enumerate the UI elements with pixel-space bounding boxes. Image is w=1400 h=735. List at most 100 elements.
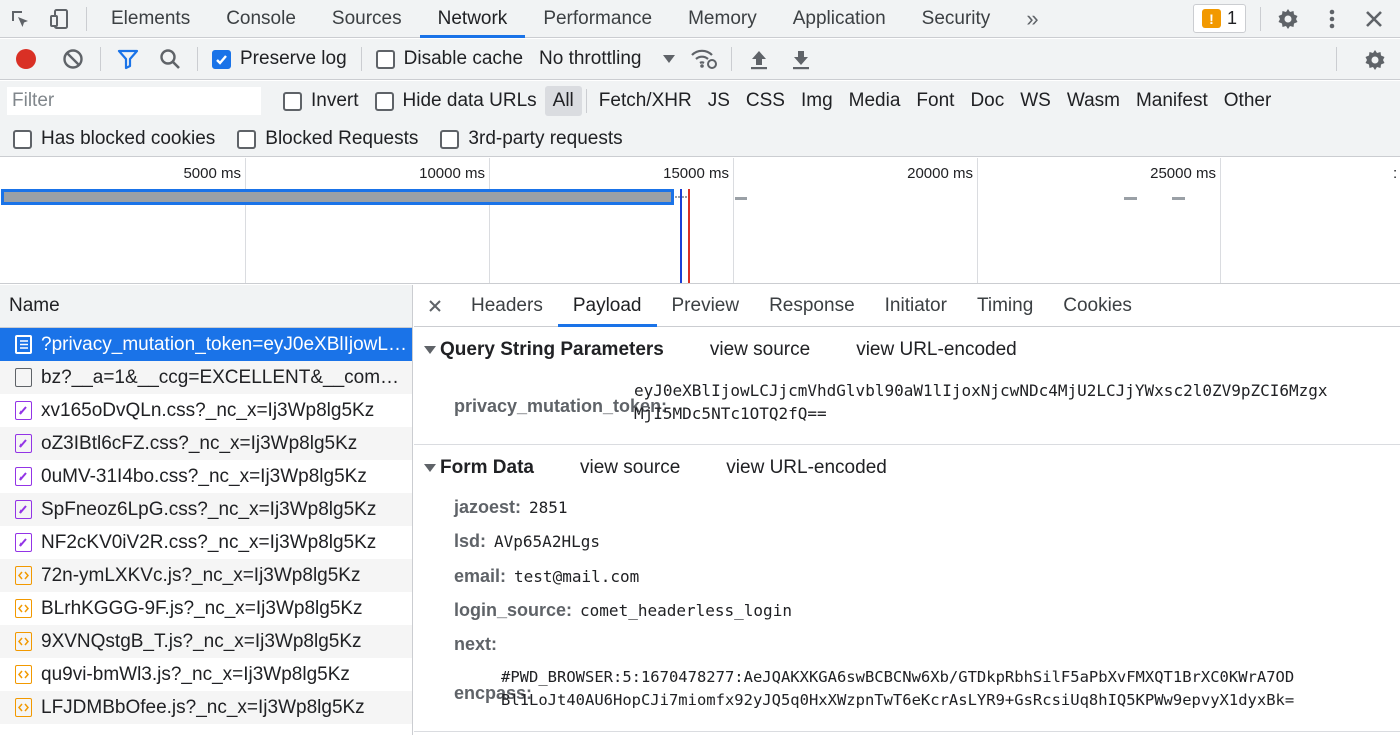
request-name: 9XVNQstgB_T.js?_nc_x=Ij3Wp8lg5Kz — [41, 630, 362, 652]
tab-sources[interactable]: Sources — [314, 0, 420, 38]
form-view-source-link[interactable]: view source — [580, 457, 680, 479]
clear-log-icon[interactable] — [52, 39, 94, 80]
record-icon[interactable] — [0, 39, 52, 80]
request-waterfall-bar — [735, 197, 747, 200]
type-filter-font[interactable]: Font — [908, 86, 962, 116]
type-filter-doc[interactable]: Doc — [962, 86, 1012, 116]
checkbox-unchecked[interactable] — [237, 129, 257, 149]
has-blocked-cookies-checkbox[interactable]: Has blocked cookies — [5, 128, 223, 150]
grid-line — [733, 158, 734, 283]
query-string-header[interactable]: Query String Parameters view source view… — [414, 327, 1400, 373]
form-data-header[interactable]: Form Data view source view URL-encoded — [414, 445, 1400, 491]
network-conditions-icon[interactable] — [683, 39, 725, 80]
tab-response[interactable]: Response — [754, 285, 870, 327]
css-file-icon — [15, 467, 32, 486]
settings-gear-icon[interactable] — [1268, 0, 1308, 38]
separator — [731, 47, 733, 71]
request-row[interactable]: oZ3IBtl6cFZ.css?_nc_x=Ij3Wp8lg5Kz — [0, 427, 412, 460]
tab-timing[interactable]: Timing — [962, 285, 1048, 327]
checkbox-unchecked[interactable] — [375, 49, 395, 69]
request-row[interactable]: 9XVNQstgB_T.js?_nc_x=Ij3Wp8lg5Kz — [0, 625, 412, 658]
form-view-url-encoded-link[interactable]: view URL-encoded — [726, 457, 887, 479]
request-row[interactable]: qu9vi-bmWl3.js?_nc_x=Ij3Wp8lg5Kz — [0, 658, 412, 691]
tab-console[interactable]: Console — [208, 0, 314, 38]
tab-memory[interactable]: Memory — [670, 0, 775, 38]
checkbox-unchecked[interactable] — [13, 129, 32, 149]
name-column-header[interactable]: Name — [0, 285, 412, 328]
close-details-icon[interactable] — [414, 285, 456, 327]
type-filter-wasm[interactable]: Wasm — [1059, 86, 1128, 116]
close-devtools-icon[interactable] — [1354, 0, 1394, 38]
request-waterfall-bar — [1124, 197, 1137, 200]
preserve-log-checkbox[interactable]: Preserve log — [204, 48, 355, 70]
grid-line — [1220, 158, 1221, 283]
request-row[interactable]: bz?__a=1&__ccg=EXCELLENT&__comet_req=15 — [0, 361, 412, 394]
tab-elements[interactable]: Elements — [93, 0, 208, 38]
request-row[interactable]: LFJDMBbOfee.js?_nc_x=Ij3Wp8lg5Kz — [0, 691, 412, 724]
disable-cache-checkbox[interactable]: Disable cache — [368, 48, 531, 70]
hide-data-urls-checkbox[interactable]: Hide data URLs — [367, 90, 545, 112]
tab-preview[interactable]: Preview — [657, 285, 755, 327]
tab-application[interactable]: Application — [775, 0, 904, 38]
type-filter-other[interactable]: Other — [1216, 86, 1280, 116]
export-har-icon[interactable] — [780, 39, 822, 80]
request-row[interactable]: 72n-ymLXKVc.js?_nc_x=Ij3Wp8lg5Kz — [0, 559, 412, 592]
third-party-requests-checkbox[interactable]: 3rd-party requests — [432, 128, 630, 150]
type-filter-css[interactable]: CSS — [738, 86, 793, 116]
type-filter-fetch-xhr[interactable]: Fetch/XHR — [591, 86, 700, 116]
inspect-element-icon[interactable] — [0, 0, 40, 38]
checkbox-checked[interactable] — [212, 49, 231, 69]
query-view-source-link[interactable]: view source — [710, 339, 810, 361]
request-row[interactable]: SpFneoz6LpG.css?_nc_x=Ij3Wp8lg5Kz — [0, 493, 412, 526]
separator — [1336, 47, 1337, 71]
grid-line — [489, 158, 490, 283]
search-icon[interactable] — [149, 39, 191, 80]
request-row[interactable]: xv165oDvQLn.css?_nc_x=Ij3Wp8lg5Kz — [0, 394, 412, 427]
tab-payload[interactable]: Payload — [557, 285, 657, 327]
import-har-icon[interactable] — [738, 39, 780, 80]
query-view-url-encoded-link[interactable]: view URL-encoded — [856, 339, 1017, 361]
type-filter-all[interactable]: All — [544, 86, 582, 116]
invert-checkbox[interactable]: Invert — [275, 90, 367, 112]
tab-initiator[interactable]: Initiator — [870, 285, 962, 327]
field-value: 2851 — [529, 498, 568, 517]
request-name: qu9vi-bmWl3.js?_nc_x=Ij3Wp8lg5Kz — [41, 663, 350, 685]
request-row[interactable]: 0uMV-31I4bo.css?_nc_x=Ij3Wp8lg5Kz — [0, 460, 412, 493]
filter-funnel-icon[interactable] — [107, 39, 149, 80]
type-filter-ws[interactable]: WS — [1012, 86, 1059, 116]
form-field-email: email: test@mail.com — [454, 566, 639, 587]
tab-headers[interactable]: Headers — [456, 285, 558, 327]
throttling-select[interactable]: No throttling — [531, 48, 683, 70]
request-name: SpFneoz6LpG.css?_nc_x=Ij3Wp8lg5Kz — [41, 498, 377, 520]
type-filter-js[interactable]: JS — [700, 86, 738, 116]
js-file-icon — [15, 698, 32, 717]
request-row[interactable]: ?privacy_mutation_token=eyJ0eXBlIjowLCJj… — [0, 328, 412, 361]
issues-count: 1 — [1227, 8, 1238, 28]
load-event-marker — [688, 189, 690, 283]
disable-cache-label: Disable cache — [403, 48, 524, 69]
issues-counter-button[interactable]: ! 1 — [1193, 4, 1247, 33]
tab-network[interactable]: Network — [419, 0, 526, 38]
tab-performance[interactable]: Performance — [525, 0, 670, 38]
tab-security[interactable]: Security — [904, 0, 1009, 38]
device-toolbar-icon[interactable] — [40, 0, 80, 38]
network-settings-gear-icon[interactable] — [1354, 39, 1396, 80]
more-tabs-button[interactable]: » — [1008, 0, 1056, 38]
field-key: jazoest: — [454, 497, 522, 517]
checkbox-unchecked[interactable] — [440, 129, 460, 149]
type-filter-manifest[interactable]: Manifest — [1128, 86, 1216, 116]
request-name: ?privacy_mutation_token=eyJ0eXBlIjowLCJj… — [41, 333, 409, 355]
checkbox-unchecked[interactable] — [283, 91, 302, 111]
request-row[interactable]: BLrhKGGG-9F.js?_nc_x=Ij3Wp8lg5Kz — [0, 592, 412, 625]
request-row[interactable]: NF2cKV0iV2R.css?_nc_x=Ij3Wp8lg5Kz — [0, 526, 412, 559]
checkbox-unchecked[interactable] — [374, 91, 394, 111]
tab-cookies[interactable]: Cookies — [1048, 285, 1147, 327]
more-options-icon[interactable] — [1312, 0, 1352, 38]
type-filter-img[interactable]: Img — [793, 86, 841, 116]
filter-input[interactable] — [7, 87, 261, 115]
timeline-overview[interactable]: 5000 ms 10000 ms 15000 ms 20000 ms 25000… — [0, 158, 1400, 284]
form-field-login-source: login_source: comet_headerless_login — [454, 600, 792, 621]
type-filter-media[interactable]: Media — [841, 86, 909, 116]
grid-line — [245, 158, 246, 283]
blocked-requests-checkbox[interactable]: Blocked Requests — [229, 128, 426, 150]
